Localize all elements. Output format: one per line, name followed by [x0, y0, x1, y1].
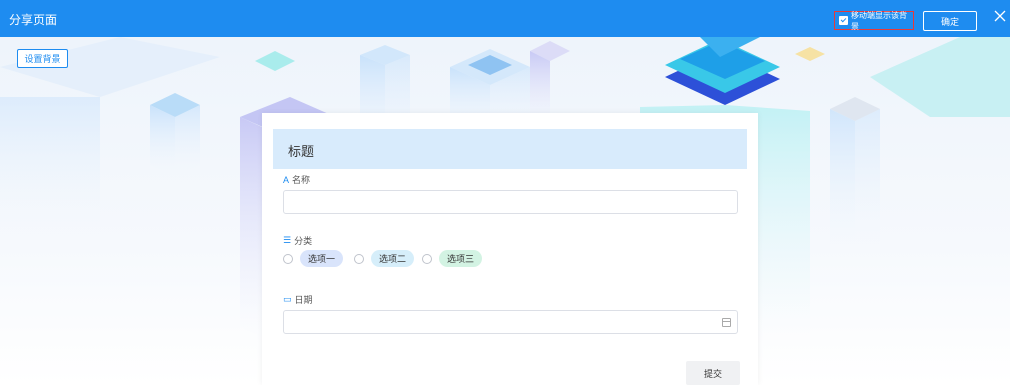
text-icon: A [283, 174, 290, 185]
name-field-label: A 名称 [283, 174, 311, 186]
form-title-bar: 标题 [273, 129, 747, 169]
set-background-button[interactable]: 设置背景 [17, 49, 68, 68]
option-chip: 选项三 [439, 250, 483, 267]
category-field-label: ☰ 分类 [283, 235, 313, 246]
form-title: 标题 [288, 144, 315, 159]
name-input[interactable] [283, 190, 738, 214]
close-icon[interactable] [994, 10, 1008, 24]
date-input[interactable] [283, 310, 738, 334]
date-field-label: ▭ 日期 [283, 294, 313, 305]
mobile-bg-label: 移动端显示该背景 [851, 10, 907, 31]
list-icon: ☰ [283, 235, 292, 245]
radio-circle[interactable] [422, 253, 432, 264]
calendar-icon: ▭ [283, 294, 292, 304]
option-chip: 选项二 [371, 250, 415, 267]
mobile-bg-checkbox[interactable]: 移动端显示该背景 [834, 10, 914, 31]
radio-option-1[interactable]: 选项一 [283, 250, 344, 267]
radio-circle[interactable] [283, 253, 293, 264]
submit-button[interactable]: 提交 [686, 361, 740, 385]
radio-option-2[interactable]: 选项二 [354, 250, 415, 267]
page-title: 分享页面 [9, 13, 58, 27]
checkbox-checked-icon[interactable] [839, 16, 848, 25]
radio-option-3[interactable]: 选项三 [422, 250, 483, 267]
option-chip: 选项一 [300, 250, 344, 267]
radio-circle[interactable] [354, 253, 364, 264]
calendar-icon[interactable] [722, 318, 731, 327]
top-bar: 分享页面 移动端显示该背景 确定 [0, 0, 1010, 37]
confirm-button[interactable]: 确定 [923, 11, 977, 31]
form-card: 标题 [262, 113, 758, 385]
